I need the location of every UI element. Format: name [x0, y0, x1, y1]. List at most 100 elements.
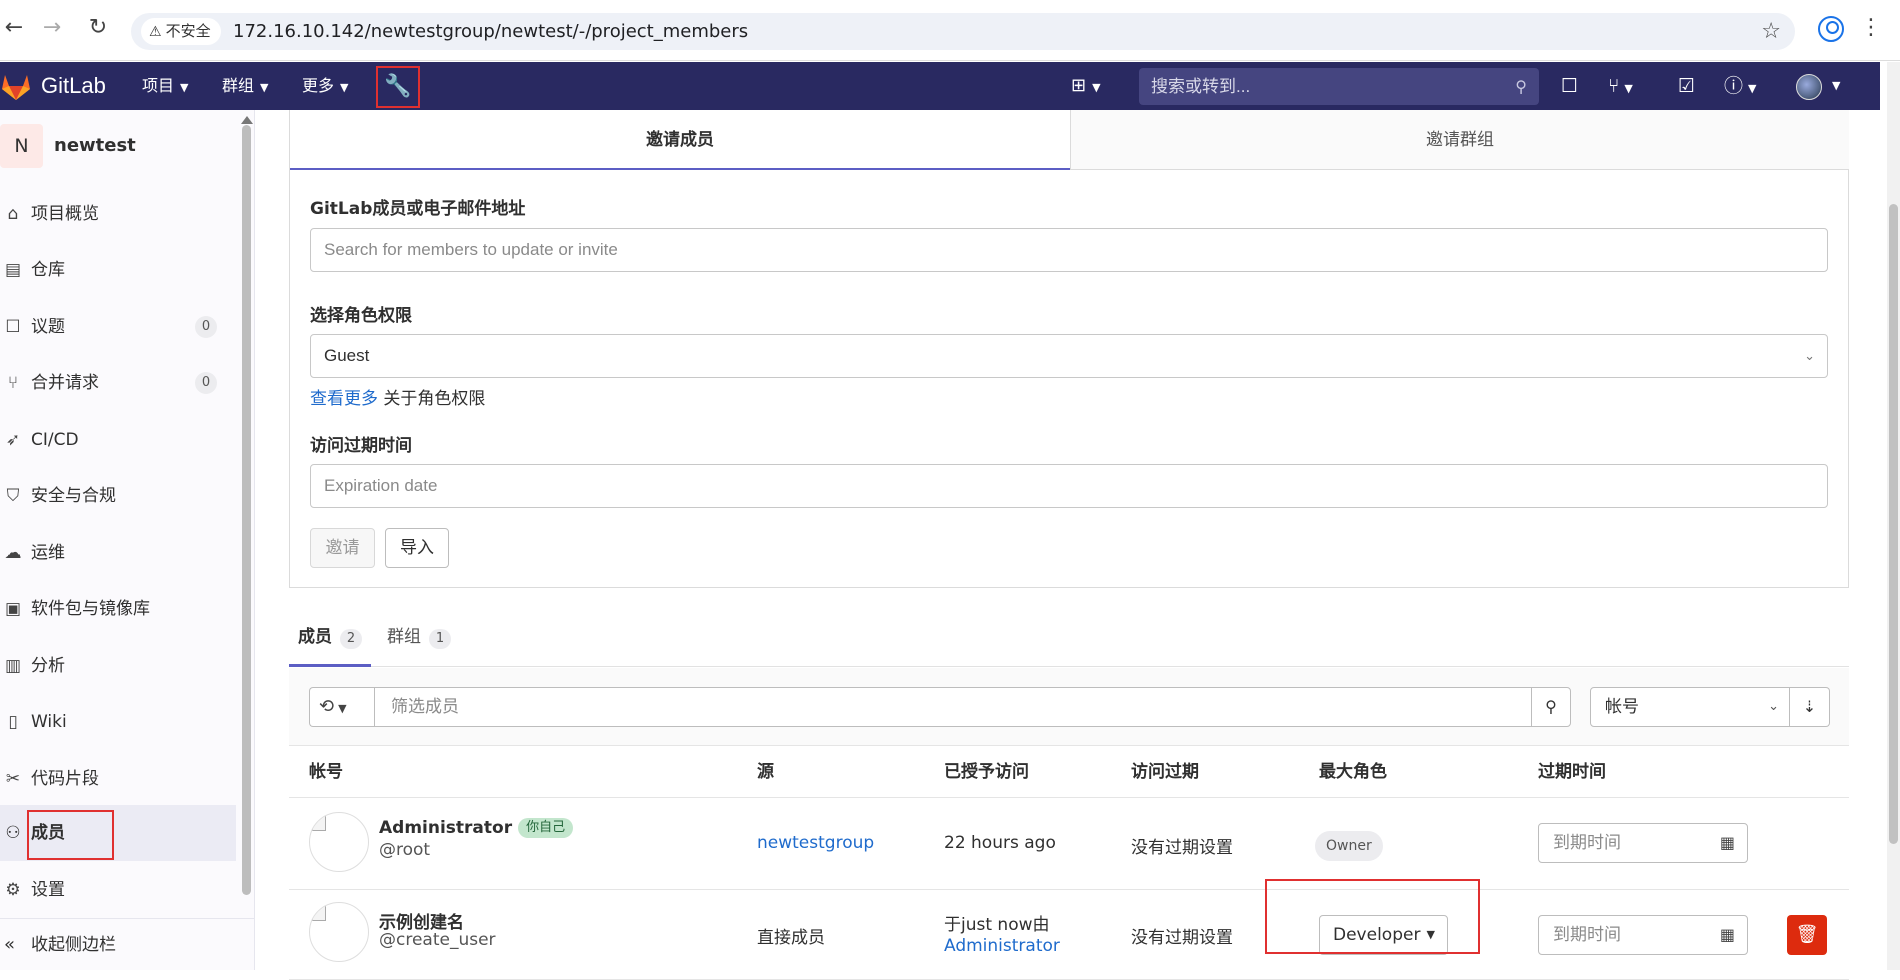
book-icon: ▯ [8, 712, 18, 732]
sidebar-item-cicd[interactable]: ➶ CI/CD [0, 415, 236, 465]
project-name: newtest [54, 135, 136, 156]
collapse-sidebar-button[interactable]: «收起侧边栏 [0, 918, 255, 970]
brand-name[interactable]: GitLab [41, 62, 106, 110]
member-name[interactable]: Administrator 你自己 [379, 818, 574, 838]
forward-icon[interactable]: → [38, 14, 66, 42]
chevron-down-icon[interactable]: ▼ [1832, 62, 1840, 110]
chevron-down-icon: ▼ [260, 81, 269, 94]
tab-groups[interactable]: 群组 1 [387, 614, 451, 667]
chevron-down-icon: ▼ [1092, 81, 1101, 94]
double-chevron-left-icon: « [4, 934, 16, 955]
expiration-date-picker[interactable]: 到期时间 ▦ [1538, 915, 1748, 955]
column-expiration-date: 过期时间 [1538, 762, 1606, 782]
sidebar-item-wiki[interactable]: ▯ Wiki [0, 697, 236, 747]
filter-members-input[interactable] [374, 687, 1542, 727]
sidebar-item-packages[interactable]: ▣ 软件包与镜像库 [0, 584, 236, 634]
menu-groups[interactable]: 群组 ▼ [222, 62, 268, 112]
column-account: 帐号 [309, 762, 343, 782]
sidebar-item-merge-requests[interactable]: ⑂ 合并请求 0 [0, 358, 236, 408]
sidebar-item-snippets[interactable]: ✂ 代码片段 [0, 754, 236, 804]
chevron-down-icon: ⌄ [1804, 348, 1815, 363]
table-row: 示例创建名 @create_user 直接成员 于just now由 Admin… [289, 888, 1849, 980]
role-select[interactable]: Guest ⌄ [310, 334, 1828, 378]
browser-menu-icon[interactable]: ⋮ [1860, 14, 1882, 42]
member-search-input[interactable] [310, 228, 1828, 272]
granted-by-link[interactable]: Administrator [944, 936, 1060, 956]
members-count-badge: 2 [340, 629, 362, 649]
sidebar-item-settings[interactable]: ⚙ 设置 [0, 865, 236, 915]
todos-icon[interactable]: ☑ [1678, 62, 1695, 110]
table-row: Administrator 你自己 @root newtestgroup 22 h… [289, 798, 1849, 890]
invite-button[interactable]: 邀请 [310, 528, 375, 568]
sidebar-item-repository[interactable]: ▤ 仓库 [0, 245, 236, 295]
tab-members[interactable]: 成员 2 [289, 614, 371, 667]
avatar[interactable] [309, 812, 369, 872]
chevron-down-icon: ▼ [1748, 82, 1757, 95]
page-scrollbar-thumb[interactable] [1889, 204, 1898, 844]
sidebar-scroll-up-icon[interactable] [241, 116, 253, 124]
expiry-field-label: 访问过期时间 [310, 436, 412, 456]
annotation-highlight-role [1265, 879, 1480, 954]
gitlab-logo-icon[interactable] [0, 71, 32, 101]
sidebar-scrollbar[interactable] [242, 125, 251, 895]
recent-searches-button[interactable]: ⟲ ▼ [309, 687, 374, 727]
address-bar[interactable]: ⚠ 不安全 172.16.10.142/newtestgroup/newtest/… [131, 13, 1795, 50]
role-help-link[interactable]: 查看更多 [310, 389, 378, 409]
remove-member-button[interactable]: 🗑 [1787, 915, 1827, 955]
page-scrollbar[interactable] [1887, 62, 1900, 970]
sidebar-item-analytics[interactable]: ▥ 分析 [0, 641, 236, 691]
issues-icon[interactable]: ☐ [1561, 62, 1578, 110]
avatar[interactable] [309, 902, 369, 962]
source-link[interactable]: newtestgroup [757, 833, 874, 853]
help-icon: ⓘ [1724, 75, 1744, 97]
new-dropdown-button[interactable]: ⊞ ▼ [1071, 62, 1101, 112]
sidebar-item-operations[interactable]: ☁ 运维 [0, 528, 236, 578]
granted-time: 22 hours ago [944, 833, 1056, 853]
back-icon[interactable]: ← [0, 14, 28, 42]
merge-request-icon: ⑂ [7, 373, 19, 393]
plus-square-icon: ⊞ [1071, 75, 1087, 96]
import-button[interactable]: 导入 [385, 528, 449, 568]
global-search[interactable]: ⚲ [1139, 68, 1539, 105]
search-icon[interactable]: ⚲ [1531, 687, 1571, 727]
tab-invite-groups[interactable]: 邀请群组 [1070, 110, 1849, 170]
invite-panel: 邀请成员 邀请群组 GitLab成员或电子邮件地址 选择角色权限 Guest⌄ … [289, 110, 1849, 588]
sidebar-item-overview[interactable]: ⌂ 项目概览 [0, 189, 236, 239]
members-filter-bar: ⟲▼ ⚲ 帐号⌄ ⇣ [289, 668, 1849, 746]
members-table-header: 帐号 源 已授予访问 访问过期 最大角色 过期时间 [289, 746, 1849, 798]
sidebar-item-issues[interactable]: ☐ 议题 0 [0, 302, 236, 352]
merge-requests-button[interactable]: ⑂ ▼ [1608, 62, 1633, 113]
expiration-date-picker[interactable]: 到期时间 ▦ [1538, 823, 1748, 863]
sidebar-item-security[interactable]: ⛉ 安全与合规 [0, 471, 236, 521]
broken-image-icon [312, 905, 326, 921]
reload-icon[interactable]: ↻ [84, 14, 112, 42]
chevron-down-icon: ▼ [338, 702, 347, 715]
member-field-label: GitLab成员或电子邮件地址 [310, 199, 526, 219]
users-icon: ⚇ [5, 823, 21, 843]
package-icon: ▣ [4, 599, 22, 619]
chevron-down-icon: ▼ [340, 81, 349, 94]
expiration-date-input[interactable] [310, 464, 1828, 508]
admin-wrench-icon[interactable]: 🔧 [376, 66, 420, 108]
menu-more[interactable]: 更多 ▼ [302, 62, 348, 112]
security-indicator[interactable]: ⚠ 不安全 [141, 18, 221, 45]
help-button[interactable]: ⓘ ▼ [1724, 62, 1756, 113]
browser-profile-icon[interactable] [1818, 16, 1844, 42]
user-avatar[interactable] [1796, 74, 1822, 100]
sort-select[interactable]: 帐号 ⌄ [1590, 687, 1790, 727]
document-icon: ▤ [4, 260, 22, 280]
issues-count-badge: 0 [195, 316, 217, 338]
menu-projects[interactable]: 项目 ▼ [142, 62, 188, 112]
column-source: 源 [757, 762, 774, 782]
global-search-input[interactable] [1139, 68, 1499, 105]
annotation-highlight-members [27, 810, 114, 860]
trash-icon: 🗑 [1795, 924, 1819, 945]
sort-direction-icon[interactable]: ⇣ [1790, 687, 1830, 727]
url-text[interactable]: 172.16.10.142/newtestgroup/newtest/-/pro… [233, 13, 748, 50]
member-username: @create_user [379, 930, 496, 950]
bookmark-star-icon[interactable]: ☆ [1761, 13, 1781, 50]
role-field-label: 选择角色权限 [310, 306, 412, 326]
tab-invite-members[interactable]: 邀请成员 [290, 110, 1070, 170]
history-icon: ⟲ [319, 696, 335, 717]
chevron-down-icon: ⌄ [1768, 699, 1779, 714]
